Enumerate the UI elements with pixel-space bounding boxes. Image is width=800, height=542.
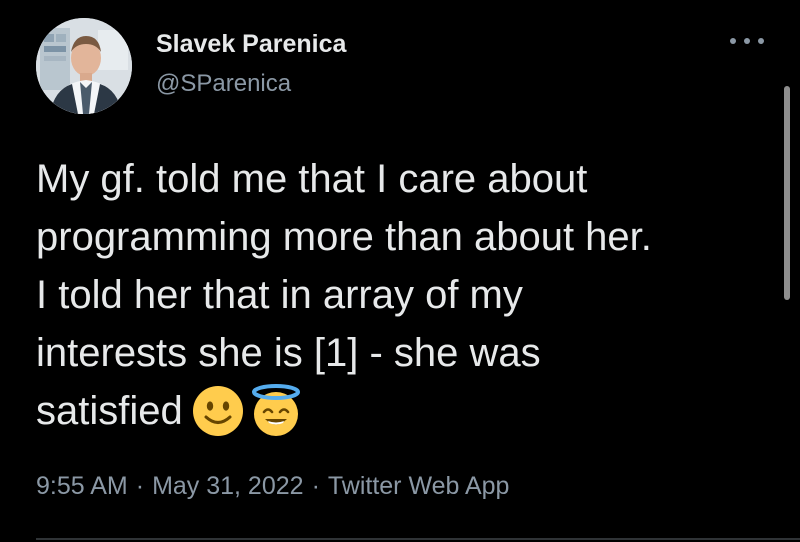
tweet-text-line-last: satisfied <box>36 382 776 440</box>
slightly-smiling-face-icon <box>192 386 243 436</box>
more-dot <box>730 38 736 44</box>
divider <box>36 538 800 540</box>
tweet-text-line: My gf. told me that I care about <box>36 157 588 201</box>
more-options-button[interactable] <box>730 30 764 52</box>
meta-separator: · <box>311 472 320 500</box>
tweet-date[interactable]: May 31, 2022 <box>152 472 304 500</box>
more-dot <box>758 38 764 44</box>
user-handle[interactable]: @SParenica <box>156 70 291 98</box>
tweet-metadata: 9:55 AM · May 31, 2022 · Twitter Web App <box>36 472 509 501</box>
profile-photo-icon <box>36 18 132 114</box>
smiling-face-with-halo-icon <box>251 384 300 436</box>
tweet: Slavek Parenica @SParenica My gf. told m… <box>0 0 800 542</box>
meta-separator: · <box>135 472 145 500</box>
more-dot <box>744 38 750 44</box>
avatar[interactable] <box>36 18 132 114</box>
tweet-time[interactable]: 9:55 AM <box>36 472 128 500</box>
tweet-text-line: programming more than about her. <box>36 215 652 259</box>
display-name[interactable]: Slavek Parenica <box>156 30 346 59</box>
tweet-text-line: interests she is [1] - she was <box>36 331 541 375</box>
scrollbar[interactable] <box>784 86 790 300</box>
tweet-source[interactable]: Twitter Web App <box>328 472 510 500</box>
tweet-text: My gf. told me that I care about program… <box>36 150 776 440</box>
tweet-text-line: I told her that in array of my <box>36 273 523 317</box>
tweet-text-word: satisfied <box>36 389 183 433</box>
